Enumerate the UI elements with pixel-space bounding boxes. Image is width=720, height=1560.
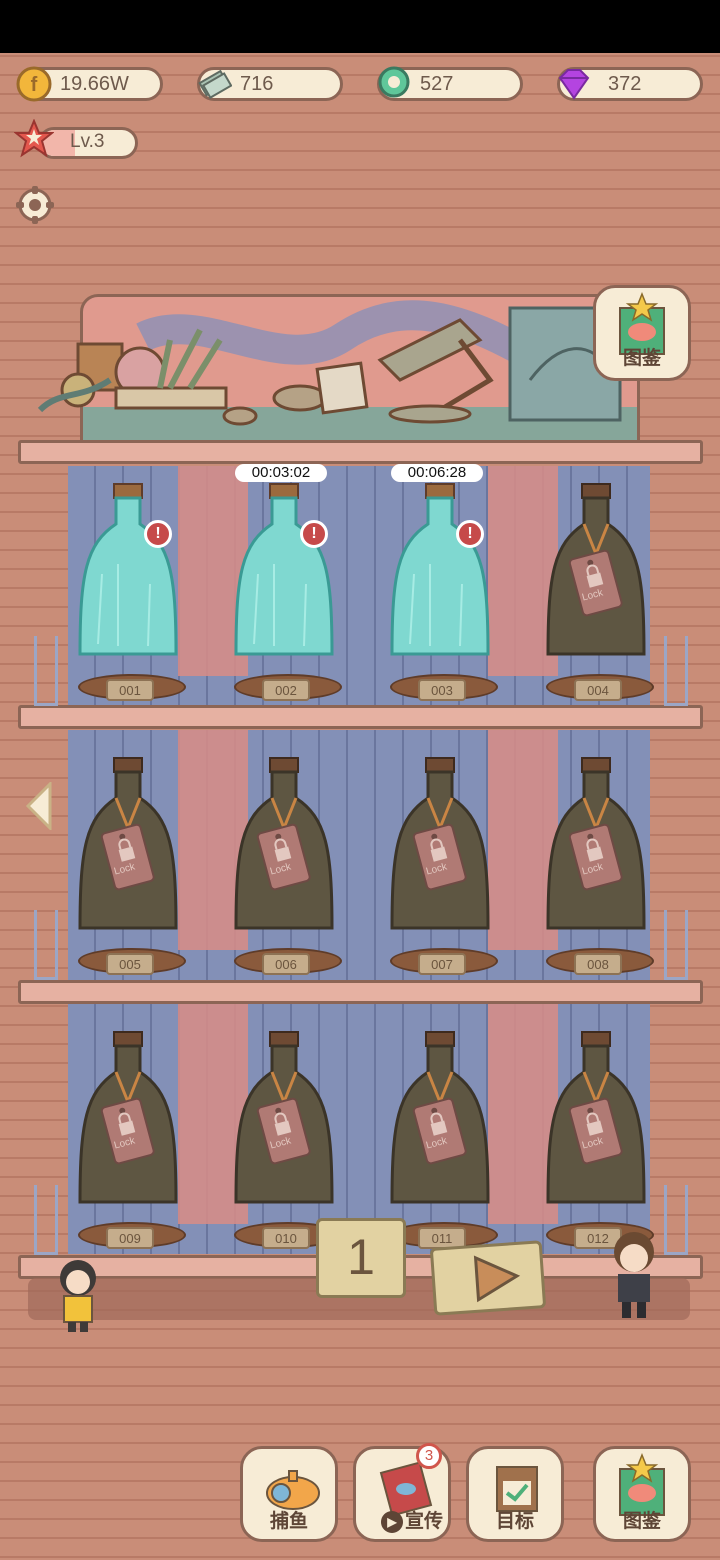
purple-diamond-icon	[554, 64, 594, 104]
pearl-value: 527	[420, 73, 454, 95]
diamond-counter[interactable]: 372	[557, 67, 703, 101]
bottle-slot-001[interactable]: ! 001	[58, 474, 198, 704]
collection-button[interactable]: 图鉴	[593, 1446, 691, 1542]
cash-counter[interactable]: 716	[197, 67, 343, 101]
bottle-slot-009[interactable]: Lock 009	[58, 1022, 198, 1252]
bottle-slot-004[interactable]: Lock 004	[526, 474, 666, 704]
glass-bottle-icon	[390, 483, 490, 656]
green-gem-icon	[374, 64, 414, 104]
play-button[interactable]	[429, 1240, 547, 1316]
locked-bottle-icon	[78, 1031, 178, 1204]
railing	[664, 636, 688, 706]
railing	[34, 636, 58, 706]
bottle-number: 006	[262, 953, 310, 975]
locked-bottle-icon	[78, 757, 178, 930]
bottle-number: 009	[106, 1227, 154, 1249]
collection-label: 图鉴	[622, 1511, 661, 1532]
alert-icon: !	[300, 520, 328, 548]
railing	[34, 1185, 58, 1255]
star-icon	[14, 119, 54, 158]
locked-bottle-icon	[390, 1031, 490, 1204]
gold-coin-icon: f	[14, 64, 54, 104]
bottle-number: 008	[574, 953, 622, 975]
gold-value: 19.66W	[60, 73, 129, 95]
locked-bottle-icon	[546, 1031, 646, 1204]
bottle-slot-005[interactable]: Lock 005	[58, 748, 198, 978]
character-girl[interactable]	[52, 1256, 104, 1334]
promo-button[interactable]: 3 ▶ 宣传	[353, 1443, 451, 1542]
target-label: 目标	[495, 1511, 534, 1532]
bottle-slot-007[interactable]: Lock 007	[370, 748, 510, 978]
glass-bottle-icon	[234, 483, 334, 656]
locked-bottle-icon	[234, 757, 334, 930]
gear-icon	[16, 186, 54, 224]
level-indicator[interactable]: Lv.3	[14, 119, 138, 159]
bottle-number: 007	[418, 953, 466, 975]
cash-value: 716	[240, 73, 274, 95]
level-label: Lv.3	[70, 131, 105, 152]
settings-button[interactable]	[14, 184, 56, 226]
pearl-counter[interactable]: 527	[374, 64, 523, 104]
fishing-button[interactable]: 捕鱼	[240, 1446, 338, 1542]
bottle-number: 004	[574, 679, 622, 701]
alert-icon: !	[456, 520, 484, 548]
cash-stack-icon	[194, 64, 234, 104]
collection-label: 图鉴	[622, 348, 661, 369]
bottle-number: 005	[106, 953, 154, 975]
promo-label-text: 宣传	[404, 1511, 443, 1532]
collection-button-top[interactable]: 图鉴	[593, 285, 691, 381]
prev-page-arrow[interactable]	[24, 780, 54, 832]
bottle-slot-003[interactable]: ! 003	[370, 474, 510, 704]
glass-bottle-icon	[78, 483, 178, 656]
page-indicator: 1	[316, 1218, 406, 1298]
shelf-board	[18, 440, 703, 464]
bottle-slot-012[interactable]: Lock 012	[526, 1022, 666, 1252]
promo-label: ▶ 宣传	[356, 1506, 448, 1533]
gold-counter[interactable]: f 19.66W	[14, 64, 163, 104]
diamond-value: 372	[608, 73, 642, 95]
locked-bottle-icon	[234, 1031, 334, 1204]
railing	[664, 910, 688, 980]
railing	[34, 910, 58, 980]
svg-text:f: f	[31, 74, 38, 96]
railing	[664, 1185, 688, 1255]
target-button[interactable]: 目标	[466, 1446, 564, 1542]
fishing-label: 捕鱼	[269, 1511, 308, 1532]
bottle-number: 001	[106, 679, 154, 701]
shelf-board	[18, 980, 703, 1004]
bottle-number: 003	[418, 679, 466, 701]
character-boy[interactable]	[606, 1228, 662, 1322]
locked-bottle-icon	[546, 757, 646, 930]
locked-bottle-icon	[390, 757, 490, 930]
bottle-number: 010	[262, 1227, 310, 1249]
locked-bottle-icon	[546, 483, 646, 656]
play-circle-icon: ▶	[380, 1510, 403, 1533]
page-number: 1	[347, 1229, 375, 1285]
bottle-slot-008[interactable]: Lock 008	[526, 748, 666, 978]
bottle-slot-002[interactable]: ! 002	[214, 474, 354, 704]
shelf-board	[18, 705, 703, 729]
status-bar	[0, 0, 720, 53]
alert-icon: !	[144, 520, 172, 548]
chevron-left-icon	[25, 780, 52, 832]
play-icon	[473, 1255, 521, 1303]
bottle-slot-006[interactable]: Lock 006	[214, 748, 354, 978]
bottle-number: 002	[262, 679, 310, 701]
promo-badge: 3	[416, 1443, 442, 1469]
